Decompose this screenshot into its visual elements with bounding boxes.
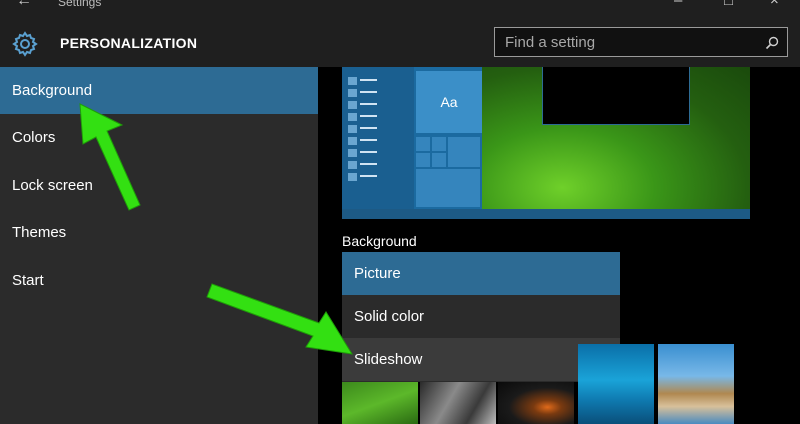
- preview-taskbar: [342, 209, 750, 219]
- sidebar-item-colors[interactable]: Colors: [0, 114, 318, 161]
- sidebar: Background Colors Lock screen Themes Sta…: [0, 67, 318, 424]
- page-title: PERSONALIZATION: [60, 35, 198, 51]
- back-arrow-icon[interactable]: ←: [16, 0, 32, 10]
- preview-start-menu-list: [342, 67, 414, 209]
- option-solid-color[interactable]: Solid color: [342, 295, 620, 338]
- picture-thumbnail[interactable]: [578, 344, 654, 424]
- picture-thumbnail[interactable]: [342, 382, 418, 424]
- search-input[interactable]: Find a setting: [494, 27, 788, 57]
- minimize-icon[interactable]: –: [674, 0, 682, 9]
- preview-window: [542, 67, 690, 125]
- sidebar-item-themes[interactable]: Themes: [0, 209, 318, 256]
- app-header: PERSONALIZATION Find a setting: [0, 12, 800, 67]
- preview-tiles: Aa: [416, 67, 482, 209]
- gear-icon: [12, 31, 38, 57]
- background-preview: Aa: [342, 67, 750, 219]
- sidebar-item-start[interactable]: Start: [0, 257, 318, 304]
- picture-thumbnail[interactable]: [658, 344, 734, 424]
- close-icon[interactable]: ×: [770, 0, 779, 9]
- picture-thumbnail[interactable]: [498, 382, 574, 424]
- search-icon[interactable]: [765, 36, 779, 50]
- maximize-icon[interactable]: □: [724, 0, 733, 9]
- preview-tile-aa: Aa: [416, 71, 482, 133]
- window-title: Settings: [58, 0, 102, 9]
- main-content: Aa Background Picture Solid color Slides…: [318, 67, 800, 424]
- picture-thumbnail[interactable]: [420, 382, 496, 424]
- search-placeholder: Find a setting: [505, 34, 596, 51]
- title-bar: ← Settings – □ ×: [0, 0, 800, 12]
- sidebar-item-background[interactable]: Background: [0, 67, 318, 114]
- background-label: Background: [342, 233, 417, 249]
- option-picture[interactable]: Picture: [342, 252, 620, 295]
- sidebar-item-lock-screen[interactable]: Lock screen: [0, 162, 318, 209]
